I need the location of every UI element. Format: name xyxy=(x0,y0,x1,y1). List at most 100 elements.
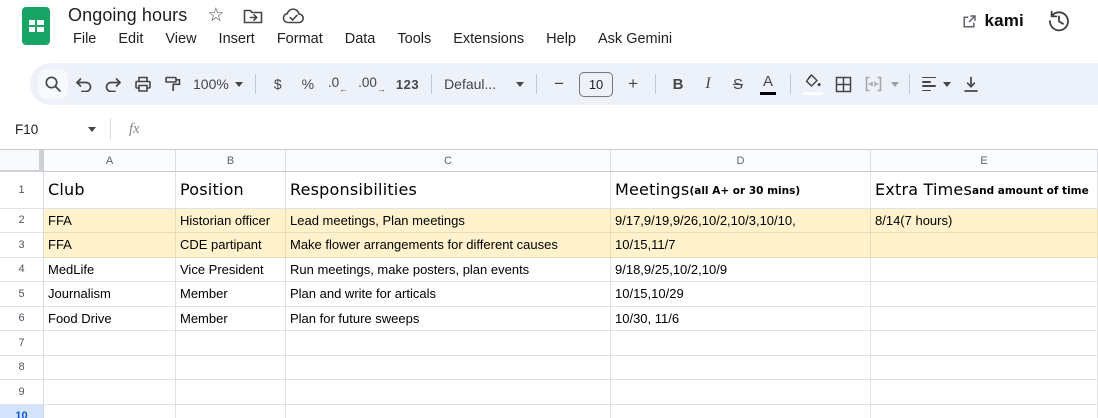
row-header[interactable]: 5 xyxy=(0,282,44,307)
row-header[interactable]: 6 xyxy=(0,307,44,332)
bold-button[interactable]: B xyxy=(663,69,693,99)
sheets-logo-icon[interactable] xyxy=(22,7,50,45)
increase-font-size-button[interactable]: + xyxy=(618,69,648,99)
cell[interactable] xyxy=(871,356,1098,381)
menu-item[interactable]: Help xyxy=(535,28,587,50)
menu-item[interactable]: Extensions xyxy=(442,28,535,50)
vertical-align-button[interactable] xyxy=(956,69,986,99)
menu-item[interactable]: Tools xyxy=(386,28,442,50)
move-folder-icon[interactable] xyxy=(243,7,263,24)
cell[interactable]: FFA xyxy=(44,233,176,258)
increase-decimal-button[interactable]: .00→ xyxy=(353,69,391,99)
row-header[interactable]: 7 xyxy=(0,331,44,356)
cell[interactable] xyxy=(611,380,871,405)
cell[interactable]: 9/18,9/25,10/2,10/9 xyxy=(611,258,871,283)
cell[interactable]: Lead meetings, Plan meetings xyxy=(286,209,611,234)
column-header-d[interactable]: D xyxy=(611,150,871,172)
menu-item[interactable]: Edit xyxy=(107,28,154,50)
cell[interactable] xyxy=(176,405,286,418)
decrease-font-size-button[interactable]: − xyxy=(544,69,574,99)
version-history-icon[interactable] xyxy=(1046,8,1072,34)
row-header[interactable]: 8 xyxy=(0,356,44,381)
cell[interactable] xyxy=(286,405,611,418)
cell[interactable]: Make flower arrangements for different c… xyxy=(286,233,611,258)
menu-item[interactable]: File xyxy=(62,28,107,50)
column-header-a[interactable]: A xyxy=(44,150,176,172)
cell[interactable] xyxy=(286,331,611,356)
cell[interactable]: Food Drive xyxy=(44,307,176,332)
strikethrough-button[interactable]: S xyxy=(723,69,753,99)
decrease-decimal-button[interactable]: .0← xyxy=(323,69,353,99)
search-menus-button[interactable] xyxy=(38,69,68,99)
cell[interactable] xyxy=(44,356,176,381)
cell[interactable]: 8/14(7 hours) xyxy=(871,209,1098,234)
horizontal-align-button[interactable] xyxy=(917,69,956,99)
cell[interactable] xyxy=(871,233,1098,258)
cell[interactable] xyxy=(176,356,286,381)
row-header[interactable]: 4 xyxy=(0,258,44,283)
merge-cells-button[interactable] xyxy=(858,69,888,99)
cell[interactable]: 9/17,9/19,9/26,10/2,10/3,10/10, xyxy=(611,209,871,234)
format-currency-button[interactable]: $ xyxy=(263,69,293,99)
formula-input[interactable] xyxy=(147,109,1098,149)
row-header[interactable]: 1 xyxy=(0,172,44,209)
cell[interactable] xyxy=(871,307,1098,332)
kami-extension[interactable]: kami xyxy=(962,11,1024,31)
menu-item[interactable]: Insert xyxy=(208,28,266,50)
cell[interactable]: Vice President xyxy=(176,258,286,283)
cell[interactable] xyxy=(44,331,176,356)
menu-item[interactable]: Data xyxy=(334,28,387,50)
cell[interactable]: Club xyxy=(44,172,176,209)
column-header-e[interactable]: E xyxy=(871,150,1098,172)
zoom-select[interactable]: 100% xyxy=(188,69,248,99)
cell[interactable] xyxy=(176,380,286,405)
cell[interactable]: MedLife xyxy=(44,258,176,283)
cell[interactable] xyxy=(871,258,1098,283)
number-format-button[interactable]: 123 xyxy=(391,69,424,99)
row-header[interactable]: 2 xyxy=(0,209,44,234)
select-all-corner[interactable] xyxy=(0,150,44,172)
row-header[interactable]: 10 xyxy=(0,405,44,418)
menu-item[interactable]: Ask Gemini xyxy=(587,28,683,50)
menu-item[interactable]: Format xyxy=(266,28,334,50)
borders-button[interactable] xyxy=(828,69,858,99)
cell[interactable]: Journalism xyxy=(44,282,176,307)
row-header[interactable]: 3 xyxy=(0,233,44,258)
row-header[interactable]: 9 xyxy=(0,380,44,405)
cell[interactable]: Plan and write for articals xyxy=(286,282,611,307)
cell[interactable] xyxy=(611,356,871,381)
cell[interactable] xyxy=(286,380,611,405)
cell[interactable] xyxy=(871,380,1098,405)
column-header-b[interactable]: B xyxy=(176,150,286,172)
cell[interactable]: Responsibilities xyxy=(286,172,611,209)
text-color-button[interactable]: A xyxy=(753,69,783,99)
cell[interactable] xyxy=(871,405,1098,418)
menu-item[interactable]: View xyxy=(154,28,207,50)
cell[interactable]: Extra Timesand amount of time xyxy=(871,172,1098,209)
cell[interactable]: Meetings(all A+ or 30 mins) xyxy=(611,172,871,209)
cell[interactable]: 10/15,10/29 xyxy=(611,282,871,307)
print-button[interactable] xyxy=(128,69,158,99)
cell[interactable] xyxy=(44,380,176,405)
cloud-saved-icon[interactable] xyxy=(282,7,305,24)
cell[interactable] xyxy=(871,331,1098,356)
cell[interactable]: Position xyxy=(176,172,286,209)
cell[interactable] xyxy=(611,405,871,418)
paint-format-button[interactable] xyxy=(158,69,188,99)
cell[interactable] xyxy=(176,331,286,356)
fill-color-button[interactable] xyxy=(798,69,828,99)
undo-button[interactable] xyxy=(68,69,98,99)
format-percent-button[interactable]: % xyxy=(293,69,323,99)
cell[interactable]: 10/15,11/7 xyxy=(611,233,871,258)
cell[interactable]: 10/30, 11/6 xyxy=(611,307,871,332)
cell[interactable]: CDE partipant xyxy=(176,233,286,258)
cell[interactable]: FFA xyxy=(44,209,176,234)
cell[interactable]: Plan for future sweeps xyxy=(286,307,611,332)
cell[interactable]: Run meetings, make posters, plan events xyxy=(286,258,611,283)
cell[interactable] xyxy=(44,405,176,418)
cell[interactable]: Member xyxy=(176,282,286,307)
cell[interactable] xyxy=(871,282,1098,307)
cell[interactable] xyxy=(286,356,611,381)
cell[interactable] xyxy=(611,331,871,356)
name-box[interactable]: F10 xyxy=(0,122,96,137)
